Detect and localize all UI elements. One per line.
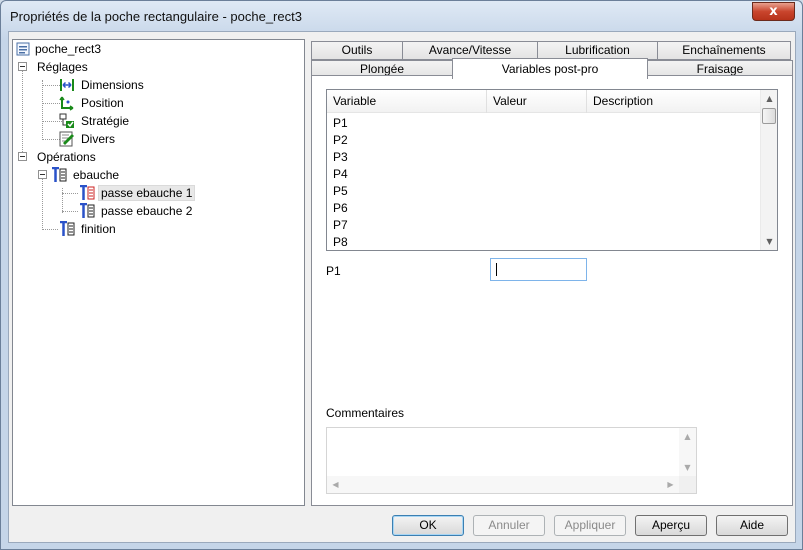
comments-vscrollbar[interactable]: ▲ ▼ bbox=[679, 428, 696, 476]
tree-label-ebauche: ebauche bbox=[73, 168, 120, 182]
tree-label-dimensions: Dimensions bbox=[81, 78, 144, 92]
tree-item-strategie[interactable]: Stratégie bbox=[59, 112, 259, 130]
position-icon bbox=[59, 96, 74, 111]
tree-line bbox=[22, 62, 23, 156]
tree-label-passe2: passe ebauche 2 bbox=[101, 204, 193, 218]
dialog-window: Propriétés de la poche rectangulaire - p… bbox=[0, 0, 803, 550]
strategy-icon bbox=[59, 113, 74, 128]
comments-label: Commentaires bbox=[326, 406, 405, 420]
text-caret bbox=[496, 263, 497, 276]
tree-line bbox=[62, 188, 63, 213]
dialog-body: poche_rect3 Réglages Dimensions Position… bbox=[8, 31, 796, 543]
tree-item-divers[interactable]: Divers bbox=[59, 130, 259, 148]
scroll-thumb[interactable] bbox=[762, 108, 776, 124]
list-item[interactable]: P4 bbox=[333, 166, 348, 183]
scroll-left-icon[interactable]: ◀ bbox=[327, 476, 344, 493]
tree-item-passe1[interactable]: passe ebauche 1 bbox=[79, 184, 279, 202]
collapse-toggle[interactable] bbox=[18, 152, 27, 161]
tree-item-root[interactable]: poche_rect3 bbox=[15, 40, 215, 58]
operation-icon bbox=[60, 221, 75, 236]
tree-label-position: Position bbox=[81, 96, 124, 110]
tree-item-passe2[interactable]: passe ebauche 2 bbox=[79, 202, 279, 220]
tree-item-dimensions[interactable]: Dimensions bbox=[59, 76, 259, 94]
tab-panel-variables: Variable Valeur Description P1 P2 P3 P4 … bbox=[311, 75, 793, 506]
edit-icon bbox=[59, 131, 74, 147]
cancel-button[interactable]: Annuler bbox=[473, 515, 545, 536]
list-item[interactable]: P1 bbox=[333, 115, 348, 132]
tree-label-divers: Divers bbox=[81, 132, 116, 146]
tree-line bbox=[42, 229, 58, 230]
tree-label-passe1: passe ebauche 1 bbox=[98, 185, 196, 201]
variable-value-input[interactable] bbox=[490, 258, 587, 281]
ok-button[interactable]: OK bbox=[392, 515, 464, 536]
window-title: Propriétés de la poche rectangulaire - p… bbox=[10, 9, 302, 24]
tab-variables-post-pro[interactable]: Variables post-pro bbox=[452, 58, 648, 79]
scroll-down-icon[interactable]: ▼ bbox=[679, 459, 696, 476]
tree-label-finition: finition bbox=[81, 222, 116, 236]
selected-variable-label: P1 bbox=[326, 264, 341, 278]
collapse-toggle[interactable] bbox=[38, 170, 47, 179]
close-button[interactable]: x bbox=[752, 2, 795, 21]
tree-line bbox=[62, 211, 78, 212]
tree-line bbox=[42, 80, 43, 140]
tree-item-position[interactable]: Position bbox=[59, 94, 259, 112]
tree-item-ebauche[interactable]: ebauche bbox=[51, 166, 251, 184]
tree-label-operations: Opérations bbox=[37, 150, 96, 164]
collapse-toggle[interactable] bbox=[18, 62, 27, 71]
document-icon bbox=[16, 42, 30, 56]
scroll-up-icon[interactable]: ▲ bbox=[761, 90, 778, 107]
tree-label-root: poche_rect3 bbox=[35, 42, 102, 56]
dimensions-icon bbox=[60, 79, 74, 91]
operation-icon bbox=[52, 167, 67, 182]
comments-hscrollbar[interactable]: ◀ ▶ bbox=[327, 476, 679, 493]
column-header-variable[interactable]: Variable bbox=[327, 90, 487, 113]
list-scrollbar[interactable]: ▲ ▼ bbox=[760, 90, 777, 250]
help-button[interactable]: Aide bbox=[716, 515, 788, 536]
tab-outils[interactable]: Outils bbox=[311, 41, 403, 60]
tab-enchainements[interactable]: Enchaînements bbox=[657, 41, 791, 60]
apply-button[interactable]: Appliquer bbox=[554, 515, 626, 536]
scroll-corner bbox=[679, 476, 696, 493]
comments-textarea[interactable]: ▲ ▼ ◀ ▶ bbox=[326, 427, 697, 494]
tree-label-strategie: Stratégie bbox=[81, 114, 130, 128]
column-header-description[interactable]: Description bbox=[587, 90, 761, 113]
variables-list[interactable]: Variable Valeur Description P1 P2 P3 P4 … bbox=[326, 89, 778, 251]
title-bar[interactable]: Propriétés de la poche rectangulaire - p… bbox=[1, 1, 802, 31]
list-item[interactable]: P3 bbox=[333, 149, 348, 166]
tree-line bbox=[62, 193, 78, 194]
tree-item-finition[interactable]: finition bbox=[59, 220, 259, 238]
column-header-valeur[interactable]: Valeur bbox=[487, 90, 587, 113]
pass-icon bbox=[80, 203, 95, 218]
properties-tree[interactable]: poche_rect3 Réglages Dimensions Position… bbox=[12, 39, 305, 506]
list-item[interactable]: P2 bbox=[333, 132, 348, 149]
tree-line bbox=[42, 170, 43, 230]
scroll-down-icon[interactable]: ▼ bbox=[761, 233, 778, 250]
tree-label-reglages: Réglages bbox=[37, 60, 88, 74]
tree-item-operations[interactable]: Opérations bbox=[35, 148, 235, 166]
list-item[interactable]: P5 bbox=[333, 183, 348, 200]
pass-icon bbox=[80, 185, 95, 200]
tree-item-reglages[interactable]: Réglages bbox=[35, 58, 235, 76]
scroll-right-icon[interactable]: ▶ bbox=[662, 476, 679, 493]
list-item[interactable]: P6 bbox=[333, 200, 348, 217]
close-icon: x bbox=[769, 4, 778, 19]
list-item[interactable]: P7 bbox=[333, 217, 348, 234]
list-item[interactable]: P8 bbox=[333, 234, 348, 251]
list-header: Variable Valeur Description bbox=[327, 90, 761, 113]
preview-button[interactable]: Aperçu bbox=[635, 515, 707, 536]
scroll-up-icon[interactable]: ▲ bbox=[679, 428, 696, 445]
